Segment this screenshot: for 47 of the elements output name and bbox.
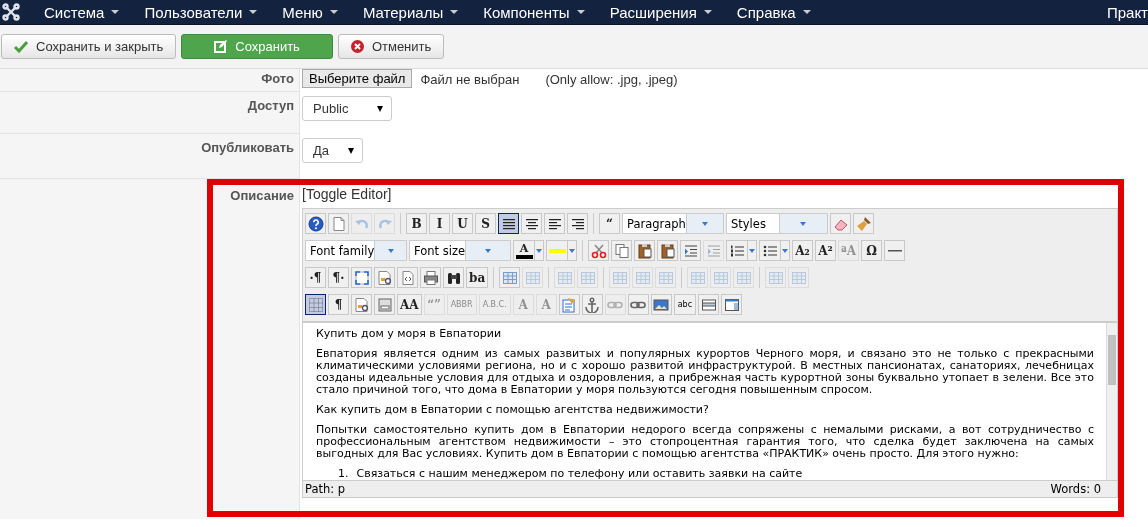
cancel-button[interactable]: Отменить: [337, 34, 445, 59]
format-button[interactable]: AA: [397, 294, 422, 315]
field-label: Фото: [261, 71, 294, 86]
format-button[interactable]: “: [599, 213, 620, 234]
dropdown[interactable]: Font family: [305, 240, 407, 261]
field-label: Описание: [230, 188, 294, 203]
menu-item[interactable]: Материалы: [362, 3, 459, 21]
format-button[interactable]: abc: [673, 294, 697, 315]
paragraph: Попытки самостоятельно купить дом в Евпатории недорого всегда сопряжены с немалыми рисками, а вот сотрудничество с профессиональным агентством недвижимости – это стопроцентная гарантия того, что сделка будет заключена на самых выгодных для Вас условиях. Купить дом в Евпатории с помощью агентства «ПРАКТИК» очень просто. Для этого нужно:: [316, 424, 1094, 460]
user-menu[interactable]: Практ: [1106, 3, 1148, 21]
format-button[interactable]: A²: [815, 240, 836, 261]
dropdown[interactable]: Paragraph: [622, 213, 724, 234]
format-button[interactable]: U: [452, 213, 473, 234]
menu-item[interactable]: Меню: [282, 3, 338, 21]
format-button[interactable]: ¶: [328, 294, 349, 315]
field-label: Опубликовать: [201, 140, 294, 155]
menu-item[interactable]: Компоненты: [483, 3, 585, 21]
format-button[interactable]: S: [475, 213, 496, 234]
paragraph: Евпатория является одним из самых развитых и популярных курортов Черного моря, и связано это не только с прекрасными климатическими условиями региона, но и с хорошо развитой инфраструктурой. В местных пансионатах, санаториях, лечебницах созданы идеальные условия для отдыха и оздоровления, а прибрежная часть курортной зоны буквально утопает в зелени. Все это стало причиной того, что дома в Евпатории у моря пользуются сегодня повышенным спросом.: [316, 348, 1094, 396]
word-count: Words: 0: [1050, 482, 1101, 496]
color-button[interactable]: A: [513, 240, 534, 261]
save-and-close-button[interactable]: Сохранить и закрыть: [1, 34, 177, 59]
select-field[interactable]: Public: [302, 96, 392, 121]
format-button[interactable]: A₂: [792, 240, 813, 261]
list-number: 1.: [338, 468, 349, 480]
format-button[interactable]: ·¶: [305, 267, 326, 288]
format-button[interactable]: ¶·: [328, 267, 349, 288]
menu-item[interactable]: Система: [44, 3, 120, 21]
menu-item[interactable]: Справка: [736, 3, 811, 21]
dropdown[interactable]: Font size: [409, 240, 511, 261]
toggle-editor-link[interactable]: [Toggle Editor]: [302, 186, 392, 202]
menu-item[interactable]: Расширения: [609, 3, 712, 21]
format-button[interactable]: B: [406, 213, 427, 234]
paragraph: Купить дом у моря в Евпатории: [316, 328, 503, 340]
field-label: Доступ: [247, 98, 294, 113]
file-status: Файл не выбран: [420, 72, 520, 87]
format-button[interactable]: ba: [466, 267, 489, 288]
file-hint: (Only allow: .jpg, .jpeg): [545, 72, 678, 87]
format-button[interactable]: Ω: [861, 240, 883, 261]
dropdown[interactable]: Styles: [726, 213, 828, 234]
paragraph: Как купить дом в Евпатории с помощью агентства недвижимости?: [316, 404, 710, 416]
list-item: Связаться с нашим менеджером по телефону или оставить заявки на сайте: [356, 468, 803, 480]
menu-item[interactable]: Пользователи: [144, 3, 258, 21]
choose-file-button[interactable]: Выберите файл: [302, 69, 413, 88]
format-button[interactable]: I: [429, 213, 450, 234]
select-field[interactable]: Да: [302, 138, 363, 163]
status-path: Path: p: [305, 482, 346, 496]
